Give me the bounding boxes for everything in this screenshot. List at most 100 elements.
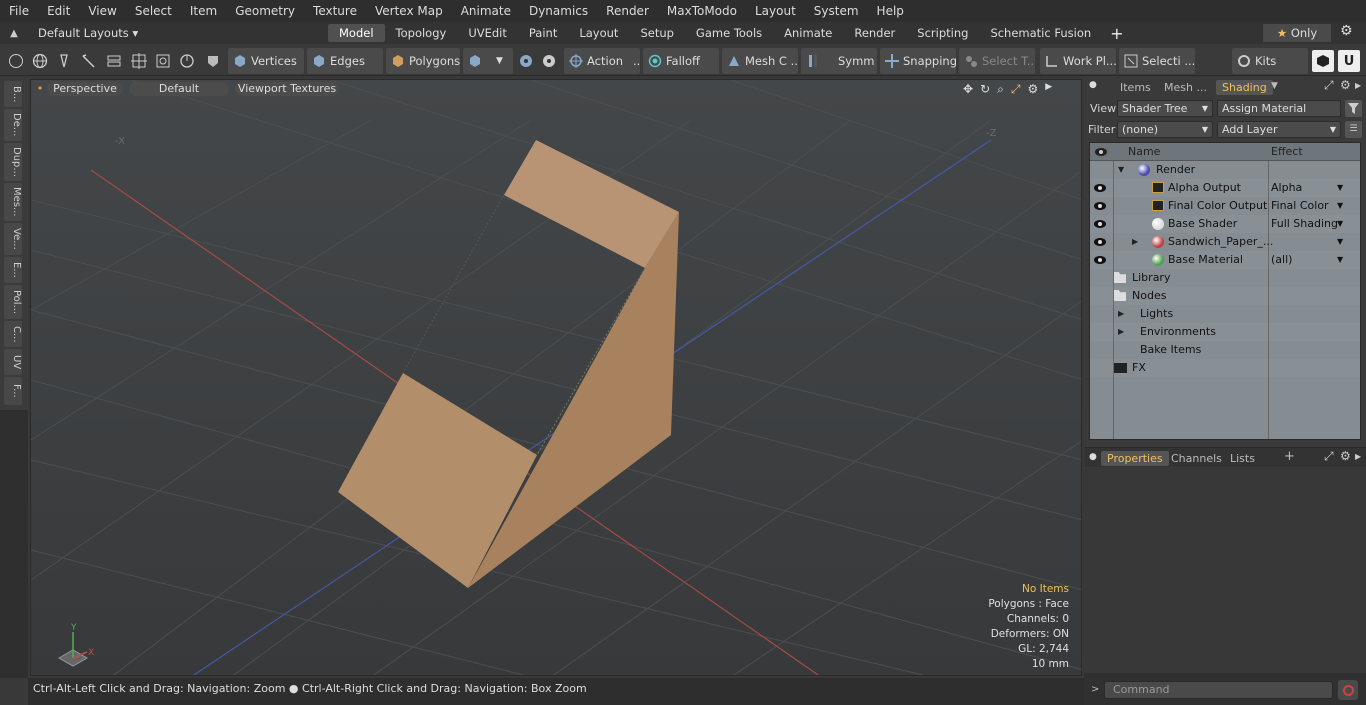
panel-arrow-icon[interactable]: ▶ bbox=[1355, 81, 1361, 90]
shader-tree-row[interactable]: FX bbox=[1090, 359, 1360, 377]
zoom-view-icon[interactable]: ⌕ bbox=[997, 82, 1004, 97]
menu-help[interactable]: Help bbox=[868, 0, 913, 22]
shader-tree-row[interactable]: Base Material (all) ▼ bbox=[1090, 251, 1360, 269]
select-circle-icon[interactable] bbox=[5, 50, 27, 72]
shader-tree-row[interactable]: Alpha Output Alpha ▼ bbox=[1090, 179, 1360, 197]
tab-lists[interactable]: Lists bbox=[1224, 451, 1261, 466]
expand-arrow-icon[interactable]: ▼ bbox=[1118, 161, 1124, 179]
align-icon[interactable] bbox=[103, 50, 125, 72]
visibility-eye-icon[interactable] bbox=[1093, 236, 1107, 248]
perspective-button[interactable]: Perspective bbox=[47, 82, 123, 96]
viewport-textures-button[interactable]: Viewport Textures bbox=[235, 82, 339, 96]
visibility-eye-icon[interactable] bbox=[1093, 182, 1107, 194]
left-tab-uv[interactable]: UV bbox=[4, 349, 22, 375]
tab-setup[interactable]: Setup bbox=[629, 24, 684, 42]
tab-schematic-fusion[interactable]: Schematic Fusion bbox=[979, 24, 1102, 42]
sphere-gear-icon[interactable] bbox=[515, 50, 537, 72]
menu-edit[interactable]: Edit bbox=[38, 0, 79, 22]
tab-dropdown-icon[interactable]: ▼ bbox=[1271, 81, 1278, 91]
symmetry-button[interactable]: Symm ... bbox=[801, 48, 877, 74]
viewport-menu-dot[interactable]: • bbox=[35, 82, 45, 96]
menu-render[interactable]: Render bbox=[597, 0, 658, 22]
vertices-button[interactable]: Vertices bbox=[228, 48, 304, 74]
shader-tree-row[interactable]: Nodes bbox=[1090, 287, 1360, 305]
shader-tree-row[interactable]: Bake Items bbox=[1090, 341, 1360, 359]
effect-dropdown-icon[interactable]: ▼ bbox=[1337, 197, 1343, 215]
shader-tree-row[interactable]: ▼ Render bbox=[1090, 161, 1360, 179]
effect-column-header[interactable]: Effect bbox=[1271, 145, 1303, 158]
target-icon[interactable] bbox=[152, 50, 174, 72]
selection-sets-button[interactable]: Selecti ... bbox=[1119, 48, 1195, 74]
left-tab-duplicate[interactable]: Dup... bbox=[4, 143, 22, 181]
tab-shading[interactable]: Shading bbox=[1216, 80, 1273, 95]
select-through-button[interactable]: Select T... bbox=[959, 48, 1035, 74]
viewport-gear-icon[interactable]: ⚙ bbox=[1027, 82, 1038, 97]
panel-menu-dot[interactable]: ● bbox=[1089, 80, 1097, 90]
action-button[interactable]: Action... bbox=[564, 48, 640, 74]
snap-grid-icon[interactable] bbox=[128, 50, 150, 72]
expand-arrow-icon[interactable]: ▶ bbox=[1132, 233, 1138, 251]
work-plane-button[interactable]: Work Pl... bbox=[1040, 48, 1116, 74]
shader-tree-item-effect[interactable]: Alpha bbox=[1271, 179, 1302, 197]
edges-button[interactable]: Edges bbox=[307, 48, 383, 74]
shading-style-button[interactable]: Default bbox=[129, 82, 229, 96]
mesh-constraint-button[interactable]: Mesh C ... bbox=[722, 48, 798, 74]
shader-tree-row[interactable]: Base Shader Full Shading ▼ bbox=[1090, 215, 1360, 233]
falloff-button[interactable]: Falloff bbox=[643, 48, 719, 74]
menu-system[interactable]: System bbox=[805, 0, 868, 22]
kits-button[interactable]: Kits bbox=[1232, 48, 1308, 74]
tab-topology[interactable]: Topology bbox=[385, 24, 458, 42]
tab-game-tools[interactable]: Game Tools bbox=[685, 24, 773, 42]
tab-items[interactable]: Items bbox=[1114, 80, 1157, 95]
rotate-view-icon[interactable]: ↻ bbox=[980, 82, 990, 97]
expand-arrow-icon[interactable]: ▶ bbox=[1118, 323, 1124, 341]
only-toggle[interactable]: ★ Only bbox=[1263, 24, 1331, 42]
filter-funnel-icon[interactable] bbox=[1345, 100, 1362, 117]
effect-dropdown-icon[interactable]: ▼ bbox=[1337, 215, 1343, 233]
menu-file[interactable]: File bbox=[0, 0, 38, 22]
shader-tree-row[interactable]: Final Color Output Final Color ▼ bbox=[1090, 197, 1360, 215]
menu-animate[interactable]: Animate bbox=[452, 0, 520, 22]
menu-select[interactable]: Select bbox=[126, 0, 181, 22]
tab-properties[interactable]: Properties bbox=[1101, 451, 1169, 466]
record-icon[interactable] bbox=[1338, 680, 1358, 700]
panel-gear-icon[interactable]: ⚙ bbox=[1340, 78, 1351, 92]
command-input[interactable]: Command bbox=[1104, 681, 1333, 699]
left-tab-basic[interactable]: B... bbox=[4, 81, 22, 107]
3d-viewport[interactable]: • Perspective Default Viewport Textures … bbox=[30, 79, 1082, 676]
menu-layout[interactable]: Layout bbox=[746, 0, 805, 22]
menu-geometry[interactable]: Geometry bbox=[226, 0, 304, 22]
menu-view[interactable]: View bbox=[79, 0, 125, 22]
shader-tree-row[interactable]: ▶ Environments bbox=[1090, 323, 1360, 341]
tab-channels[interactable]: Channels bbox=[1165, 451, 1228, 466]
filter-options-icon[interactable]: ☰ bbox=[1345, 121, 1362, 138]
snapping-button[interactable]: Snapping bbox=[880, 48, 956, 74]
unreal-icon[interactable]: U bbox=[1338, 50, 1360, 72]
visibility-eye-icon[interactable] bbox=[1093, 254, 1107, 266]
globe-icon[interactable] bbox=[29, 50, 51, 72]
tab-uvedit[interactable]: UVEdit bbox=[457, 24, 518, 42]
add-tab-icon[interactable]: + bbox=[1102, 24, 1131, 43]
left-tab-polygon[interactable]: Pol... bbox=[4, 285, 22, 319]
visibility-eye-icon[interactable] bbox=[1093, 218, 1107, 230]
left-tab-fusion[interactable]: F... bbox=[4, 377, 22, 405]
properties-arrow-icon[interactable]: ▶ bbox=[1355, 452, 1361, 461]
layout-expand-icon[interactable]: ▲ bbox=[0, 28, 28, 39]
sphere-check-icon[interactable] bbox=[538, 50, 560, 72]
pen-icon[interactable] bbox=[53, 50, 75, 72]
shader-tree-item-effect[interactable]: (all) bbox=[1271, 251, 1292, 269]
left-tab-curve[interactable]: C... bbox=[4, 321, 22, 347]
properties-gear-icon[interactable]: ⚙ bbox=[1340, 449, 1351, 463]
menu-vertex-map[interactable]: Vertex Map bbox=[366, 0, 452, 22]
move-view-icon[interactable]: ✥ bbox=[963, 82, 973, 97]
add-panel-tab-icon[interactable]: + bbox=[1284, 449, 1295, 464]
left-tab-edge[interactable]: E... bbox=[4, 257, 22, 283]
shader-tree-item-effect[interactable]: Final Color bbox=[1271, 197, 1329, 215]
shader-tree-row[interactable]: ▶ Lights bbox=[1090, 305, 1360, 323]
brush-icon[interactable] bbox=[77, 50, 99, 72]
polygons-button[interactable]: Polygons bbox=[386, 48, 460, 74]
tab-mesh[interactable]: Mesh ... bbox=[1158, 80, 1213, 95]
item-mode-button[interactable]: ▼ bbox=[463, 48, 513, 74]
tab-layout[interactable]: Layout bbox=[568, 24, 629, 42]
tab-render[interactable]: Render bbox=[843, 24, 906, 42]
